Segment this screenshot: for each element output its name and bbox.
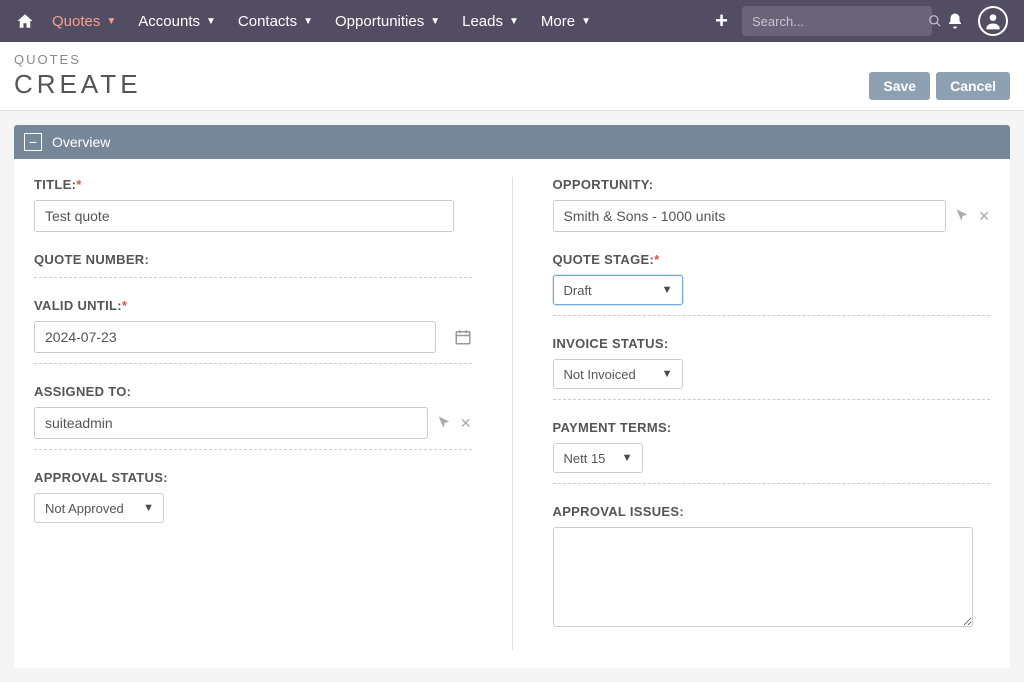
quote-stage-select[interactable]: Draft — [553, 275, 683, 305]
left-column: TITLE:* QUOTE NUMBER: VALID UNTIL:* — [34, 177, 513, 650]
approval-status-select[interactable]: Not Approved — [34, 493, 164, 523]
calendar-icon[interactable] — [454, 328, 472, 346]
panel-title: Overview — [52, 134, 110, 150]
chevron-down-icon: ▼ — [430, 16, 440, 27]
field-quote-number: QUOTE NUMBER: — [34, 252, 472, 278]
label-valid-until: VALID UNTIL: — [34, 298, 122, 313]
search-input[interactable] — [752, 14, 928, 29]
label-assigned-to: ASSIGNED TO: — [34, 384, 472, 399]
overview-panel-body: TITLE:* QUOTE NUMBER: VALID UNTIL:* — [14, 159, 1010, 668]
field-approval-issues: APPROVAL ISSUES: — [553, 504, 991, 630]
chevron-down-icon: ▼ — [509, 16, 519, 27]
module-label: QUOTES — [14, 52, 142, 67]
field-title: TITLE:* — [34, 177, 472, 232]
label-opportunity: OPPORTUNITY: — [553, 177, 991, 192]
field-approval-status: APPROVAL STATUS: Not Approved ▼ — [34, 470, 472, 523]
cursor-select-icon[interactable] — [954, 208, 970, 224]
nav-label: Opportunities — [335, 13, 424, 30]
nav-quotes[interactable]: Quotes ▼ — [52, 13, 116, 30]
top-navbar: Quotes ▼ Accounts ▼ Contacts ▼ Opportuni… — [0, 0, 1024, 42]
required-mark: * — [654, 252, 659, 267]
separator — [34, 363, 472, 364]
invoice-status-select[interactable]: Not Invoiced — [553, 359, 683, 389]
chevron-down-icon: ▼ — [581, 16, 591, 27]
content: − Overview TITLE:* QUOTE NUMBER: VALID U… — [0, 111, 1024, 682]
separator — [34, 277, 472, 278]
label-approval-issues: APPROVAL ISSUES: — [553, 504, 991, 519]
nav-label: Leads — [462, 13, 503, 30]
collapse-icon[interactable]: − — [24, 133, 42, 151]
label-invoice-status: INVOICE STATUS: — [553, 336, 991, 351]
right-column: OPPORTUNITY: ✕ QUOTE STAGE:* Draft — [553, 177, 991, 650]
page-title: CREATE — [14, 69, 142, 100]
user-avatar-icon[interactable] — [978, 6, 1008, 36]
cancel-button[interactable]: Cancel — [936, 72, 1010, 100]
separator — [553, 483, 991, 484]
assigned-to-input[interactable] — [34, 407, 428, 439]
label-payment-terms: PAYMENT TERMS: — [553, 420, 991, 435]
nav-more[interactable]: More ▼ — [541, 13, 591, 30]
approval-issues-textarea[interactable] — [553, 527, 973, 627]
chevron-down-icon: ▼ — [206, 16, 216, 27]
clear-icon[interactable]: ✕ — [978, 208, 990, 225]
nav-menu: Quotes ▼ Accounts ▼ Contacts ▼ Opportuni… — [52, 13, 591, 30]
search-icon[interactable] — [928, 14, 942, 28]
nav-label: More — [541, 13, 575, 30]
required-mark: * — [76, 177, 81, 192]
quick-create-icon[interactable]: + — [715, 8, 728, 34]
save-button[interactable]: Save — [869, 72, 930, 100]
field-invoice-status: INVOICE STATUS: Not Invoiced ▼ — [553, 336, 991, 400]
separator — [553, 399, 991, 400]
field-payment-terms: PAYMENT TERMS: Nett 15 ▼ — [553, 420, 991, 484]
nav-contacts[interactable]: Contacts ▼ — [238, 13, 313, 30]
chevron-down-icon: ▼ — [106, 16, 116, 27]
nav-label: Quotes — [52, 13, 100, 30]
field-opportunity: OPPORTUNITY: ✕ — [553, 177, 991, 232]
global-search[interactable] — [742, 6, 932, 36]
label-title: TITLE: — [34, 177, 76, 192]
payment-terms-select[interactable]: Nett 15 — [553, 443, 643, 473]
nav-accounts[interactable]: Accounts ▼ — [138, 13, 216, 30]
nav-opportunities[interactable]: Opportunities ▼ — [335, 13, 440, 30]
label-quote-stage: QUOTE STAGE: — [553, 252, 655, 267]
nav-label: Accounts — [138, 13, 200, 30]
home-icon[interactable] — [16, 12, 34, 30]
opportunity-input[interactable] — [553, 200, 947, 232]
label-quote-number: QUOTE NUMBER: — [34, 252, 472, 267]
label-approval-status: APPROVAL STATUS: — [34, 470, 472, 485]
required-mark: * — [122, 298, 127, 313]
nav-leads[interactable]: Leads ▼ — [462, 13, 519, 30]
separator — [34, 449, 472, 450]
field-quote-stage: QUOTE STAGE:* Draft ▼ — [553, 252, 991, 316]
page-header: QUOTES CREATE Save Cancel — [0, 42, 1024, 111]
field-valid-until: VALID UNTIL:* — [34, 298, 472, 364]
title-input[interactable] — [34, 200, 454, 232]
clear-icon[interactable]: ✕ — [460, 415, 472, 432]
cursor-select-icon[interactable] — [436, 415, 452, 431]
overview-panel-header: − Overview — [14, 125, 1010, 159]
separator — [553, 315, 991, 316]
field-assigned-to: ASSIGNED TO: ✕ — [34, 384, 472, 450]
valid-until-input[interactable] — [34, 321, 436, 353]
chevron-down-icon: ▼ — [303, 16, 313, 27]
nav-label: Contacts — [238, 13, 297, 30]
notifications-icon[interactable] — [946, 12, 964, 30]
